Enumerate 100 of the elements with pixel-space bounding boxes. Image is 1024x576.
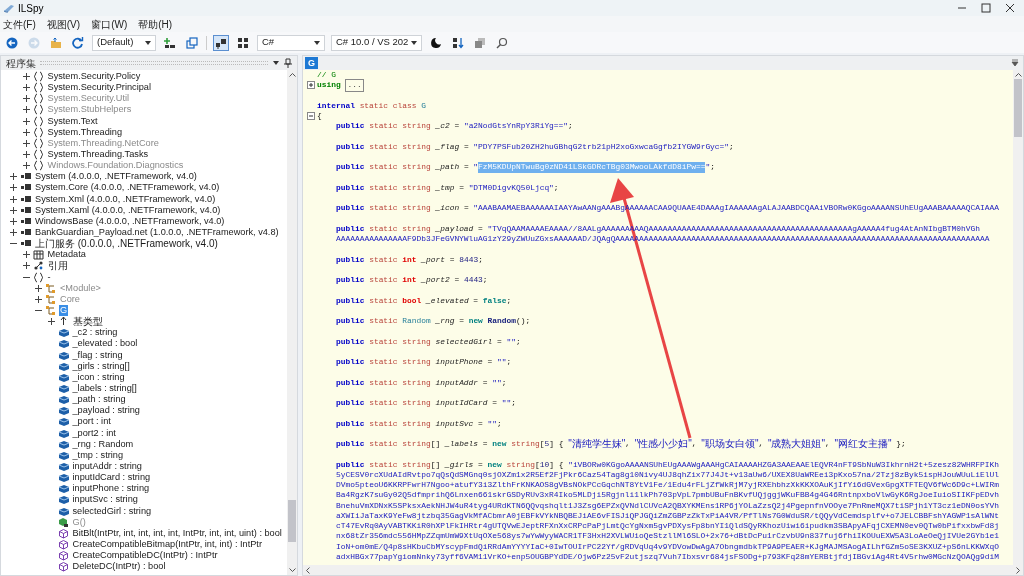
tree-item[interactable]: _payload : string	[71, 405, 141, 417]
menu-item[interactable]: 帮助(H)	[138, 16, 173, 32]
scroll-right-icon[interactable]	[1016, 566, 1021, 574]
tree-item[interactable]: CreateCompatibleBitmap(IntPtr, int, int) : IntPtr	[71, 538, 263, 550]
expand-icon[interactable]	[21, 127, 31, 137]
tree-item[interactable]: System.Core (4.0.0.0, .NETFramework, v4.0)	[34, 182, 221, 194]
scrollbar-thumb[interactable]	[1014, 79, 1022, 137]
dropdown[interactable]: (Default)	[92, 34, 156, 51]
scroll-down-icon[interactable]	[288, 568, 296, 573]
tree-item[interactable]: inputSvc : string	[71, 494, 139, 506]
caret-icon	[314, 40, 320, 45]
search-icon	[496, 36, 509, 49]
tree-item[interactable]: 基类型	[71, 316, 104, 328]
expand-icon[interactable]	[21, 105, 31, 115]
tree-item[interactable]: _girls : string[]	[71, 360, 131, 372]
expand-icon[interactable]	[9, 172, 18, 182]
tree-item[interactable]: System.Text	[46, 115, 99, 127]
window-title: ILSpy	[18, 1, 44, 16]
tree-item[interactable]: inputIdCard : string	[71, 472, 152, 484]
tree-item[interactable]: _port2 : int	[71, 427, 117, 439]
tree-item[interactable]: System.Xml (4.0.0.0, .NETFramework, v4.0)	[34, 193, 217, 205]
tree-item[interactable]: inputPhone : string	[71, 483, 151, 495]
tree-item[interactable]: DeleteDC(IntPtr) : bool	[71, 561, 167, 573]
expand-icon[interactable]	[9, 183, 18, 193]
tree-item[interactable]: Metadata	[46, 249, 87, 261]
scroll-up-icon[interactable]	[288, 72, 296, 77]
expand-icon[interactable]	[34, 283, 43, 293]
menu-item[interactable]: 视图(V)	[46, 16, 81, 32]
field-icon	[57, 360, 69, 372]
tree-item[interactable]: selectedGirl : string	[71, 505, 153, 517]
close-icon[interactable]	[1005, 3, 1015, 13]
dropdown-arrow-icon[interactable]	[272, 59, 280, 67]
tree-item[interactable]: _c2 : string	[71, 327, 119, 339]
expand-icon[interactable]	[21, 261, 31, 271]
tree-item[interactable]: System.Security.Policy	[46, 71, 142, 83]
expand-icon[interactable]	[21, 138, 31, 148]
tree-item[interactable]: _port : int	[71, 416, 112, 428]
tree-item[interactable]: System.Threading	[46, 126, 124, 138]
tree-item[interactable]: G()	[71, 516, 87, 528]
namespace-icon	[32, 104, 44, 116]
field-icon	[57, 461, 69, 472]
tab-list-icon[interactable]	[1011, 59, 1019, 67]
dropdown[interactable]: C#	[257, 34, 325, 51]
expand-icon[interactable]	[21, 150, 31, 160]
expand-icon[interactable]	[21, 72, 31, 82]
tree-item[interactable]: Core	[59, 293, 81, 305]
tree-item[interactable]: WindowsBase (4.0.0.0, .NETFramework, v4.0)	[34, 215, 226, 227]
scroll-left-icon[interactable]	[305, 566, 310, 574]
tree-item[interactable]: System.Threading.NetCore	[46, 137, 160, 149]
field-icon	[57, 383, 69, 394]
horizontal-scrollbar[interactable]	[303, 565, 1023, 575]
expand-icon[interactable]	[21, 161, 31, 171]
expand-icon[interactable]	[307, 81, 315, 90]
tree-item[interactable]: BitBlt(IntPtr, int, int, int, int, IntPtr, int, int, uint) : bool	[71, 527, 283, 539]
assembly-icon	[20, 215, 31, 227]
vertical-scrollbar[interactable]	[287, 70, 297, 575]
menu-item[interactable]: 窗口(W)	[91, 16, 128, 32]
expand-icon[interactable]	[21, 83, 31, 93]
expand-icon[interactable]	[9, 228, 18, 238]
expand-icon[interactable]	[21, 250, 31, 260]
tree-item[interactable]: inputAddr : string	[71, 461, 143, 472]
tree-item[interactable]: _tmp : string	[71, 449, 125, 461]
tree-item[interactable]: _rng : Random	[71, 438, 135, 450]
tree-item[interactable]: BankGuardian_Payload.net (1.0.0.0, .NETFramework, v4.8)	[34, 227, 280, 239]
tree-item[interactable]: System.Security.Principal	[46, 82, 152, 94]
expand-icon[interactable]	[21, 116, 31, 126]
tree-item[interactable]: _elevated : bool	[71, 338, 139, 350]
tree-item[interactable]: System.Security.Util	[46, 93, 130, 105]
tree-item[interactable]: _flag : string	[71, 349, 124, 361]
tree-item[interactable]: System.StubHelpers	[46, 104, 133, 116]
expand-icon[interactable]	[9, 194, 18, 204]
tree-item[interactable]: _labels : string[]	[71, 383, 138, 394]
scroll-up-icon[interactable]	[1014, 72, 1022, 77]
refresh-icon	[72, 36, 84, 49]
expand-icon[interactable]	[9, 205, 18, 215]
tree-item[interactable]: <Module>	[59, 282, 102, 294]
field-icon	[57, 394, 69, 406]
document-tab[interactable]: G	[305, 57, 318, 69]
expand-icon[interactable]	[9, 216, 18, 226]
maximize-icon[interactable]	[981, 3, 991, 13]
tree-item[interactable]: 上门服务 (0.0.0.0, .NETFramework, v4.0)	[34, 238, 219, 250]
tree-item[interactable]: System (4.0.0.0, .NETFramework, v4.0)	[34, 171, 198, 183]
tree-item[interactable]: _icon : string	[71, 371, 126, 383]
method-icon	[57, 561, 69, 573]
menu-item[interactable]: 文件(F)	[3, 16, 36, 32]
tree-item[interactable]: Windows.Foundation.Diagnostics	[46, 160, 185, 172]
pin-icon[interactable]	[284, 58, 292, 68]
tree-item[interactable]: CreateCompatibleDC(IntPtr) : IntPtr	[71, 550, 219, 562]
namespace-icon	[32, 149, 44, 161]
tree-item[interactable]: -	[46, 271, 52, 283]
expand-icon[interactable]	[21, 94, 31, 104]
tree-item[interactable]: 引用	[46, 260, 69, 272]
tree-item[interactable]: System.Xaml (4.0.0.0, .NETFramework, v4.0)	[34, 204, 222, 216]
tree-item[interactable]: System.Threading.Tasks	[46, 149, 150, 161]
scrollbar-thumb[interactable]	[288, 500, 296, 542]
dropdown[interactable]: C# 10.0 / VS 202	[331, 34, 423, 51]
tree-item[interactable]: _path : string	[71, 394, 127, 406]
expand-icon[interactable]	[46, 317, 56, 327]
expand-icon[interactable]	[34, 294, 43, 304]
namespace-icon	[32, 137, 44, 149]
